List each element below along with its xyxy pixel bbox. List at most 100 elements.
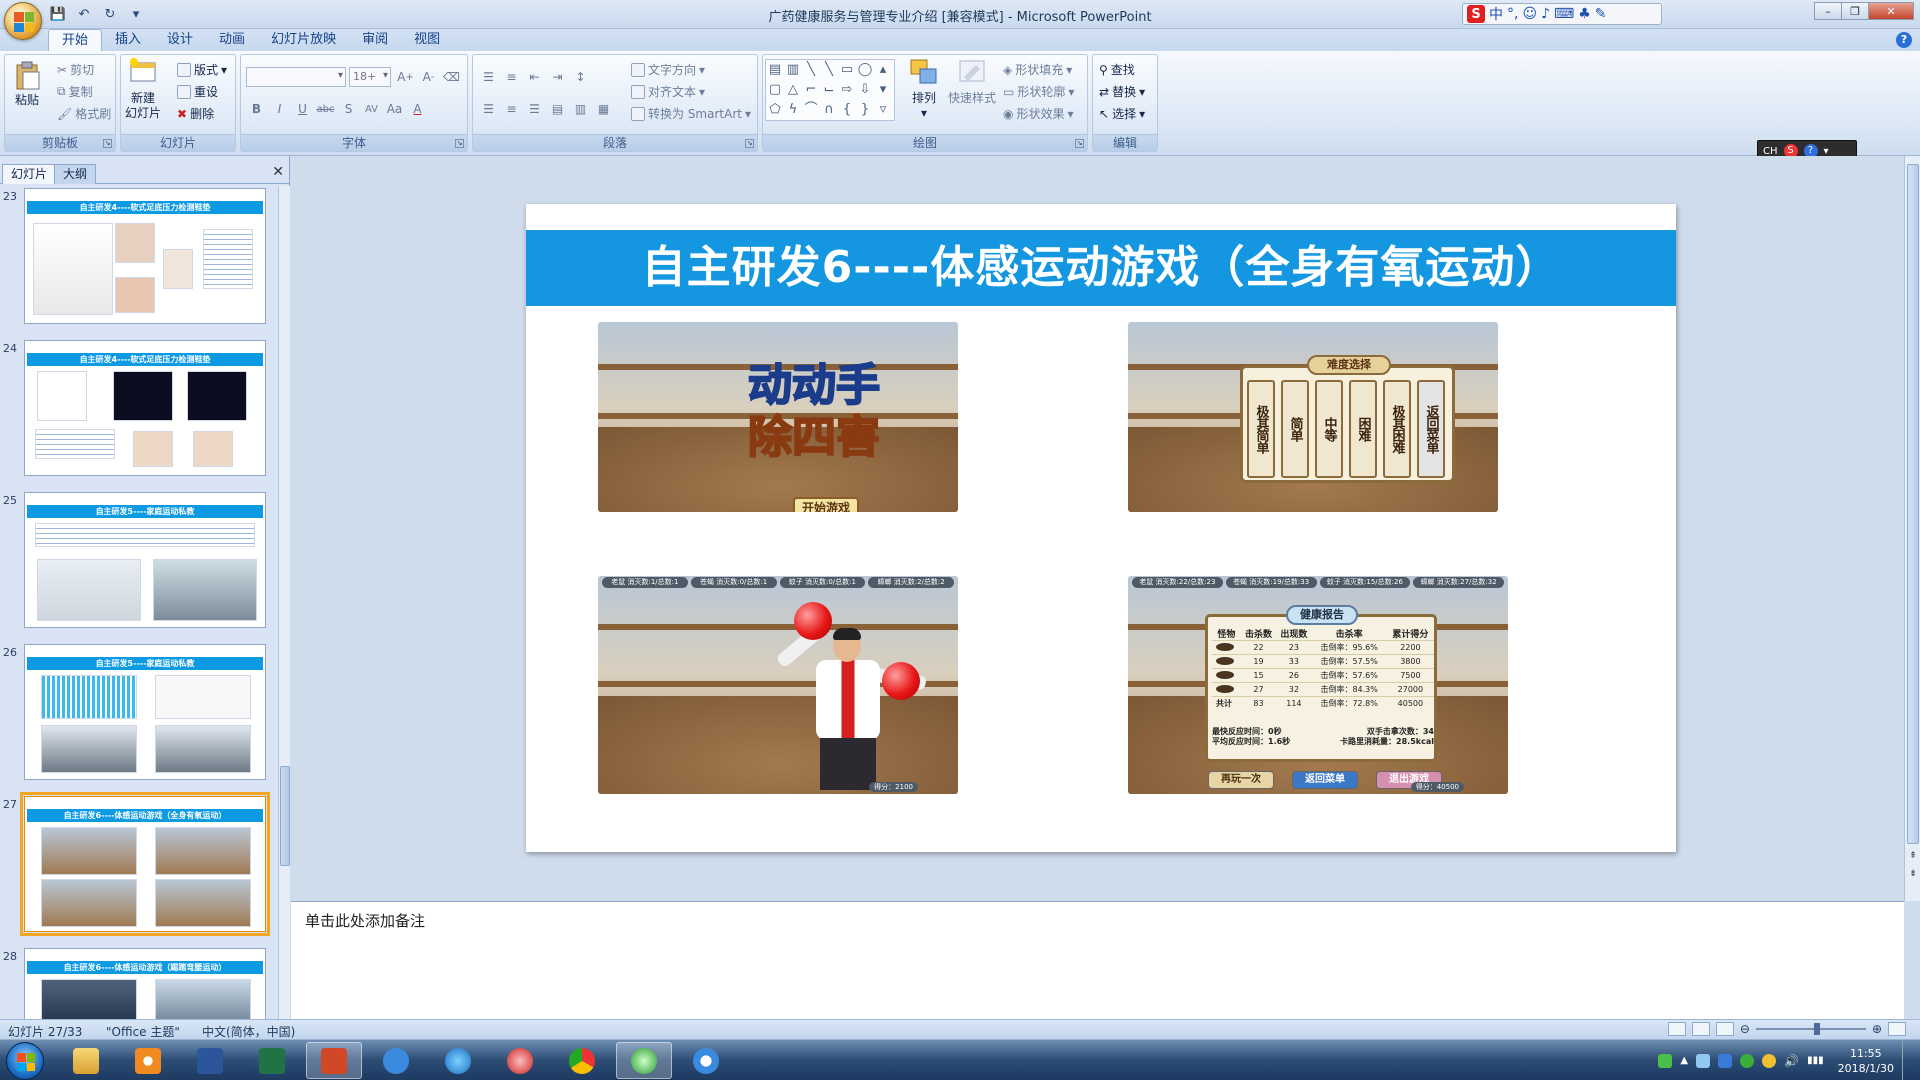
- vtextbox-shape-icon[interactable]: ▥: [784, 60, 802, 80]
- font-color-button[interactable]: A: [407, 99, 428, 119]
- slide-thumbnail-25[interactable]: 自主研发5----家庭运动私教: [24, 492, 266, 628]
- tab-slides[interactable]: 幻灯片: [2, 164, 57, 184]
- brace-left-shape-icon[interactable]: {: [838, 100, 856, 120]
- excel-taskbar-icon[interactable]: [244, 1042, 300, 1079]
- textbox-shape-icon[interactable]: ▤: [766, 60, 784, 80]
- zoom-slider-handle[interactable]: [1813, 1023, 1820, 1035]
- line-shape-icon[interactable]: ╲: [802, 60, 820, 80]
- decrease-indent-icon[interactable]: ⇤: [524, 67, 545, 87]
- tray-app-icon[interactable]: [1658, 1053, 1673, 1068]
- green-browser-taskbar-icon[interactable]: [616, 1042, 672, 1079]
- tab-view[interactable]: 视图: [401, 29, 453, 51]
- clock[interactable]: 11:55 2018/1/30: [1838, 1046, 1894, 1076]
- gallery-down-icon[interactable]: ▾: [874, 80, 892, 100]
- clear-format-icon[interactable]: ⌫: [441, 67, 462, 87]
- smartart-button[interactable]: 转换为 SmartArt ▾: [631, 105, 751, 122]
- zoom-in-icon[interactable]: ⊕: [1872, 1022, 1882, 1036]
- tab-outline[interactable]: 大纲: [54, 164, 97, 184]
- keyboard-icon[interactable]: ⌨: [1554, 6, 1574, 22]
- lightning-shape-icon[interactable]: ϟ: [784, 100, 802, 120]
- slide-thumbnail-23[interactable]: 自主研发4----软式足底压力检测鞋垫: [24, 188, 266, 324]
- fit-window-icon[interactable]: [1888, 1022, 1906, 1036]
- langbar-menu-icon[interactable]: ▾: [1824, 146, 1829, 157]
- arc-shape-icon[interactable]: ∩: [820, 100, 838, 120]
- office-button[interactable]: [4, 2, 42, 40]
- elbow2-shape-icon[interactable]: ⌙: [820, 80, 838, 100]
- new-slide-button[interactable]: 新建 幻灯片: [125, 57, 161, 121]
- strikethrough-button[interactable]: abc: [315, 99, 336, 119]
- scroll-thumb[interactable]: [1907, 164, 1919, 844]
- underline-button[interactable]: U: [292, 99, 313, 119]
- scroll-thumb[interactable]: [280, 766, 290, 866]
- next-slide-icon[interactable]: ⇟: [1907, 868, 1919, 880]
- slide-thumbnail-24[interactable]: 自主研发4----软式足底压力检测鞋垫: [24, 340, 266, 476]
- line-spacing-icon[interactable]: ↕: [570, 67, 591, 87]
- pen-app-taskbar-icon[interactable]: [368, 1042, 424, 1079]
- font-launcher-icon[interactable]: ↘: [455, 139, 464, 148]
- tray-network-icon[interactable]: [1696, 1053, 1711, 1068]
- tray-expand-icon[interactable]: ▲: [1680, 1055, 1688, 1066]
- paste-button[interactable]: 粘贴: [11, 59, 43, 108]
- copy-button[interactable]: ⧉ 复制: [57, 83, 93, 100]
- bold-button[interactable]: B: [246, 99, 267, 119]
- line2-shape-icon[interactable]: ╲: [820, 60, 838, 80]
- shape-effects-button[interactable]: ◉ 形状效果 ▾: [1003, 105, 1074, 122]
- slideshow-view-icon[interactable]: [1715, 1022, 1734, 1036]
- slide-thumbnail-27[interactable]: 自主研发6----体感运动游戏（全身有氧运动）: [20, 792, 270, 936]
- format-painter-button[interactable]: 🖌 格式刷: [57, 105, 111, 122]
- ie-taskbar-icon[interactable]: [430, 1042, 486, 1079]
- gallery-up-icon[interactable]: ▴: [874, 60, 892, 80]
- notes-pane[interactable]: 单击此处添加备注: [291, 901, 1904, 1019]
- chrome-taskbar-icon[interactable]: [554, 1042, 610, 1079]
- close-button[interactable]: ✕: [1868, 2, 1914, 20]
- prev-slide-icon[interactable]: ⇞: [1907, 850, 1919, 862]
- find-button[interactable]: ⚲ 查找: [1099, 61, 1135, 78]
- shadow-button[interactable]: S: [338, 99, 359, 119]
- curve-shape-icon[interactable]: ⌒: [802, 100, 820, 120]
- word-taskbar-icon[interactable]: [182, 1042, 238, 1079]
- tab-review[interactable]: 审阅: [349, 29, 401, 51]
- arrange-button[interactable]: 排列 ▾: [908, 57, 940, 121]
- font-size-combo[interactable]: 18+: [349, 67, 391, 87]
- freeform-shape-icon[interactable]: ⬠: [766, 100, 784, 120]
- brace-right-shape-icon[interactable]: }: [856, 100, 874, 120]
- ime-punct[interactable]: °,: [1507, 6, 1518, 22]
- align-left-icon[interactable]: ☰: [478, 99, 499, 119]
- ime-toolbar[interactable]: S 中 °, ☺ ♪ ⌨ ♣ ✎: [1462, 3, 1662, 25]
- change-case-button[interactable]: Aa: [384, 99, 405, 119]
- shape-outline-button[interactable]: ▭ 形状轮廓 ▾: [1003, 83, 1074, 100]
- arrow-down-shape-icon[interactable]: ⇩: [856, 80, 874, 100]
- help-icon[interactable]: ?: [1896, 32, 1912, 48]
- emoji-icon[interactable]: ☺: [1522, 6, 1537, 22]
- cloud-drive-taskbar-icon[interactable]: [678, 1042, 734, 1079]
- slide-thumbnail-26[interactable]: 自主研发5----家庭运动私教: [24, 644, 266, 780]
- elbow-shape-icon[interactable]: ⌐: [802, 80, 820, 100]
- tray-security-icon[interactable]: [1718, 1053, 1733, 1068]
- align-text-button[interactable]: 对齐文本 ▾: [631, 83, 705, 100]
- notes-placeholder[interactable]: 单击此处添加备注: [305, 910, 425, 931]
- zoom-out-icon[interactable]: ⊖: [1740, 1022, 1750, 1036]
- gallery-more-icon[interactable]: ▿: [874, 100, 892, 120]
- ime-mode[interactable]: 中: [1489, 4, 1503, 24]
- sorter-view-icon[interactable]: [1691, 1022, 1710, 1036]
- show-desktop-button[interactable]: [1902, 1040, 1912, 1080]
- arrow-right-shape-icon[interactable]: ⇨: [838, 80, 856, 100]
- shrink-font-icon[interactable]: A-: [418, 67, 439, 87]
- rect-shape-icon[interactable]: ▭: [838, 60, 856, 80]
- shapes-gallery[interactable]: ▤ ▥ ╲ ╲ ▭ ◯ ▴ ▢ △ ⌐ ⌙ ⇨ ⇩ ▾ ⬠ ϟ ⌒ ∩{} ▿: [765, 59, 895, 121]
- quick-styles-button[interactable]: 快速样式: [948, 57, 996, 106]
- powerpoint-taskbar-icon[interactable]: [306, 1042, 362, 1079]
- normal-view-icon[interactable]: [1667, 1022, 1686, 1036]
- paragraph-launcher-icon[interactable]: ↘: [745, 139, 754, 148]
- triangle-shape-icon[interactable]: △: [784, 80, 802, 100]
- browser-360-taskbar-icon[interactable]: [492, 1042, 548, 1079]
- select-button[interactable]: ↖ 选择 ▾: [1099, 105, 1145, 122]
- italic-button[interactable]: I: [269, 99, 290, 119]
- font-name-combo[interactable]: [246, 67, 346, 87]
- minimize-button[interactable]: –: [1814, 2, 1842, 20]
- restore-button[interactable]: ❐: [1841, 2, 1869, 20]
- bullets-icon[interactable]: ☰: [478, 67, 499, 87]
- signal-icon[interactable]: ▮▮▮: [1807, 1055, 1824, 1066]
- slide-canvas[interactable]: 自主研发6----体感运动游戏（全身有氧运动） 动动手 除四害 开始游戏 难度选…: [526, 204, 1676, 852]
- tab-home[interactable]: 开始: [48, 29, 103, 51]
